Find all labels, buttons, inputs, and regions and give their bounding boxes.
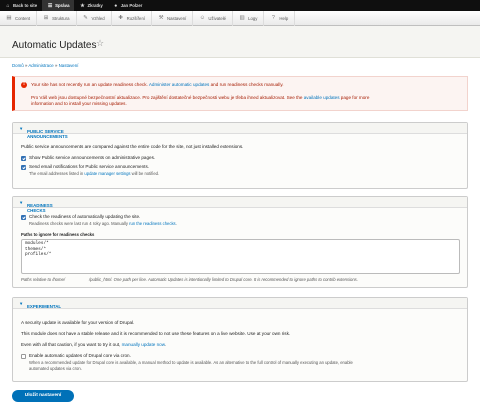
readiness-legend[interactable]: ▾ READINESS CHECKS (13, 197, 467, 213)
menu-item-help[interactable]: ? Help (264, 10, 296, 26)
home-icon: ⌂ (6, 2, 10, 9)
menu-item-appearance[interactable]: ✎ Vzhled (77, 10, 112, 26)
manually-update-link[interactable]: manually update now (122, 342, 165, 347)
admin-toolbar: ⌂ Back to site ☰ Správa ★ Zkratky ● Jan Polz… (0, 0, 480, 11)
psa-fieldset: ▾ PUBLIC SERVICE ANNOUNCEMENTS Public se… (12, 122, 468, 189)
paths-label: Paths to ignore for readiness checks (21, 232, 95, 237)
cron-label: Enable automatic updates of Drupal core … (29, 353, 131, 358)
paths-value: modules/* themes/* profiles/* (25, 241, 52, 258)
people-icon: ☺ (199, 15, 206, 21)
cron-checkbox[interactable] (21, 354, 26, 359)
email-psa-label: Send email notifications for Public serv… (29, 164, 150, 169)
wrench-icon: ⚒ (158, 15, 164, 21)
show-psa-label: Show Public service announcements on adm… (29, 155, 156, 160)
paths-description: Paths relative to /home//public_html. On… (21, 277, 358, 282)
show-psa-checkbox[interactable] (21, 156, 26, 161)
shortcuts-tab[interactable]: ★ Zkratky (74, 0, 107, 11)
update-manager-settings-link[interactable]: update manager settings (84, 171, 130, 176)
error-icon: ! (21, 82, 27, 88)
breadcrumb-config[interactable]: Nastavení (59, 63, 79, 68)
paths-textarea[interactable]: modules/* themes/* profiles/* (21, 239, 460, 274)
experimental-text-3: Even with all that caution, if you want … (21, 342, 167, 347)
chart-icon: ▥ (239, 15, 245, 21)
experimental-fieldset: ▾ EXPERIMENTAL A security update is avai… (12, 297, 468, 382)
manage-tab[interactable]: ☰ Správa (42, 0, 75, 11)
star-icon: ★ (80, 2, 85, 9)
administer-updates-link[interactable]: Administer automatic updates (149, 82, 210, 87)
puzzle-icon: ✚ (118, 15, 123, 21)
email-psa-description: The email addresses listed in update man… (29, 171, 160, 176)
experimental-legend[interactable]: ▾ EXPERIMENTAL (13, 298, 467, 309)
help-icon: ? (271, 15, 275, 21)
error-message: ! Your site has not recently run an upda… (12, 76, 468, 111)
user-icon: ● (114, 2, 118, 9)
user-tab[interactable]: ● Jan Polzer (108, 0, 148, 11)
page-header: Automatic Updates ☆ (0, 26, 480, 58)
available-updates-link[interactable]: available updates (304, 95, 340, 100)
email-psa-checkbox[interactable] (21, 165, 26, 170)
menu-item-config[interactable]: ⚒ Nastavení (152, 10, 194, 26)
experimental-text-2: This module does not have a stable relea… (21, 331, 291, 336)
psa-intro: Public service announcements are compare… (21, 144, 244, 149)
breadcrumb-admin[interactable]: Administrace (28, 63, 53, 68)
readiness-checkbox[interactable] (21, 215, 26, 220)
menu-item-reports[interactable]: ▥ Logy (233, 10, 265, 26)
structure-icon: ⊞ (43, 15, 49, 21)
content-icon: ▤ (6, 15, 12, 21)
brush-icon: ✎ (83, 15, 88, 21)
psa-legend[interactable]: ▾ PUBLIC SERVICE ANNOUNCEMENTS (13, 123, 467, 139)
readiness-description: Readiness checks were last run 4 roky ag… (29, 221, 177, 226)
menu-item-structure[interactable]: ⊞ Struktura (37, 10, 77, 26)
admin-menu-tray: ▤ Content ⊞ Struktura ✎ Vzhled ✚ Rozšíření ⚒… (0, 10, 480, 26)
readiness-fieldset: ▾ READINESS CHECKS Check the readiness o… (12, 196, 468, 288)
menu-item-people[interactable]: ☺ Uživatelé (193, 10, 234, 26)
readiness-label: Check the readiness of automatically upd… (29, 214, 141, 219)
back-to-site-link[interactable]: ⌂ Back to site (0, 0, 42, 11)
page-title: Automatic Updates (12, 40, 97, 51)
run-readiness-checks-link[interactable]: run the readiness checks (129, 221, 176, 226)
breadcrumb-home[interactable]: Domů (12, 63, 24, 68)
save-settings-button[interactable]: Uložit nastavení (12, 390, 74, 402)
menu-icon: ☰ (47, 2, 53, 9)
experimental-text-1: A security update is available for your … (21, 320, 135, 325)
shortcut-star-icon[interactable]: ☆ (96, 39, 104, 49)
menu-item-content[interactable]: ▤ Content (0, 10, 38, 26)
cron-description: When a recommended update for Drupal cor… (29, 360, 353, 371)
breadcrumb: Domů » Administrace » Nastavení (12, 63, 79, 68)
menu-item-extend[interactable]: ✚ Rozšíření (112, 10, 153, 26)
